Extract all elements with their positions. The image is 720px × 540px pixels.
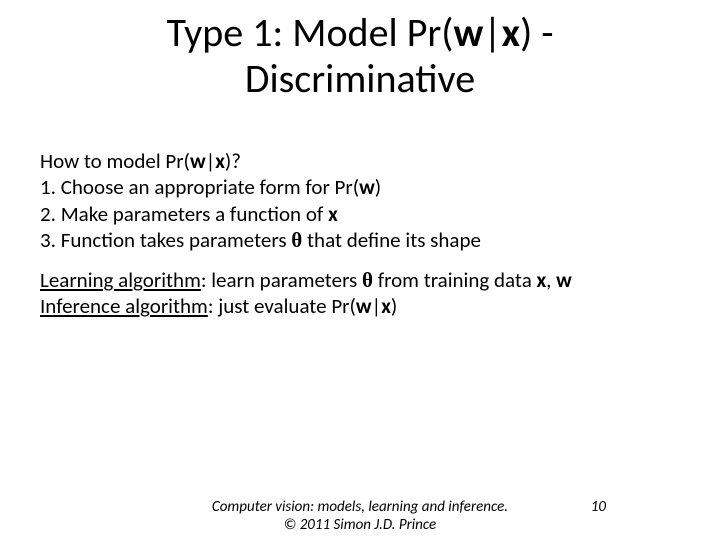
s3-post: that define its shape [302,227,481,253]
q-x: x [215,148,225,174]
title-w: w [453,8,483,57]
footer-line1: Computer vision: models, learning and in… [212,498,508,516]
title-x: x [502,8,520,57]
inf-post: ) [391,293,397,319]
learn-comma: , [546,267,556,293]
s3-theta: θ [291,228,302,252]
inf-label: Inference algorithm [40,293,208,319]
slide-body: How to model Pr(w|x)? 1. Choose an appro… [40,148,680,320]
learn-x: x [537,267,547,293]
learn-theta: θ [362,268,373,292]
step-3: 3. Function takes parameters θ that defi… [40,227,680,253]
title-bar: | [483,8,501,57]
learn-w: w [556,267,572,293]
q-post: )? [225,148,241,174]
step-1: 1. Choose an appropriate form for Pr(w) [40,174,680,200]
q-w: w [190,148,206,174]
q-pre: How to model Pr( [40,148,190,174]
s2-pre: 2. Make parameters a function of [40,201,328,227]
question-line: How to model Pr(w|x)? [40,148,680,174]
s2-x: x [328,201,338,227]
s1-pre: 1. Choose an appropriate form for Pr( [40,174,359,200]
s1-post: ) [375,174,381,200]
learn-label: Learning algorithm [40,267,201,293]
title-text-2: ) - [520,8,553,57]
title-text-1: Type 1: Model Pr( [167,8,454,57]
slide: Type 1: Model Pr(w|x) - Discriminative H… [0,0,720,540]
title-line2: Discriminative [245,54,475,103]
q-bar: | [206,148,216,174]
footer-line2: © 2011 Simon J.D. Prince [0,516,720,534]
inf-mid: : just evaluate Pr( [208,293,356,319]
s1-w: w [359,174,375,200]
learn-mid1: : learn parameters [201,267,362,293]
learn-mid2: from training data [373,267,537,293]
inference-line: Inference algorithm: just evaluate Pr(w|… [40,293,680,319]
step-2: 2. Make parameters a function of x [40,201,680,227]
slide-title: Type 1: Model Pr(w|x) - Discriminative [0,10,720,102]
inf-w: w [356,293,372,319]
inf-x: x [381,293,391,319]
inf-bar: | [372,293,382,319]
footer: Computer vision: models, learning and in… [0,498,720,534]
spacer [40,253,680,267]
s3-pre: 3. Function takes parameters [40,227,291,253]
learning-line: Learning algorithm: learn parameters θ f… [40,267,680,293]
